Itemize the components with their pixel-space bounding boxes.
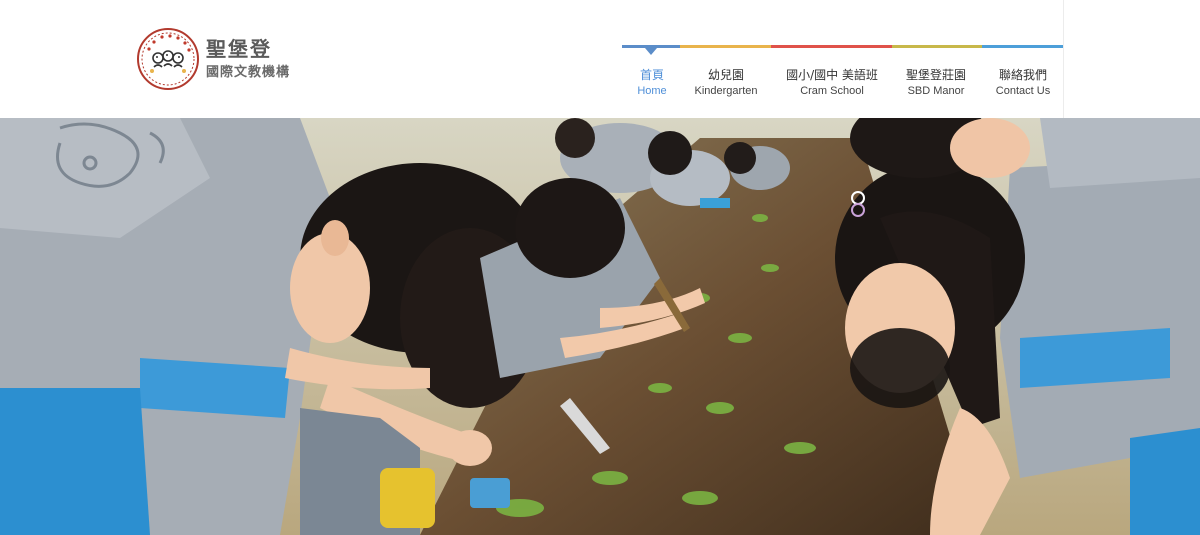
- hero-photo-children-planting: [0, 118, 1200, 535]
- nav-item-label-en: Home: [637, 85, 667, 97]
- active-nav-indicator: [645, 48, 657, 55]
- nav-color-bar: [622, 45, 1063, 48]
- nav-item-label-zh: 國小/國中 美語班: [786, 68, 878, 82]
- main-nav: 首頁 Home 幼兒園 Kindergarten 國小/國中 美語班 Cram …: [622, 45, 1063, 105]
- nav-item-label-en: Contact Us: [995, 85, 1051, 97]
- nav-item-label-en: SBD Manor: [907, 85, 965, 97]
- nav-item-label-en: Cram School: [800, 85, 864, 97]
- school-badge-icon: [137, 28, 199, 90]
- nav-color-segment: [982, 45, 1063, 48]
- nav-item-label-zh: 聖堡登莊園: [905, 68, 966, 82]
- nav-color-segment: [680, 45, 771, 48]
- nav-color-segment: [771, 45, 892, 48]
- nav-item-sbd-manor[interactable]: 聖堡登莊園 SBD Manor: [902, 67, 970, 99]
- site-logo[interactable]: 聖堡登 國際文教機構: [136, 26, 290, 92]
- logo-name-primary: 聖堡登: [206, 36, 272, 61]
- header-divider: [1063, 0, 1064, 118]
- nav-item-home[interactable]: 首頁 Home: [632, 67, 672, 99]
- nav-item-label-zh: 幼兒園: [707, 68, 744, 82]
- site-header: 聖堡登 國際文教機構 首頁 Home 幼兒園 Kindergarten 國小/國…: [0, 0, 1200, 118]
- nav-item-cram-school[interactable]: 國小/國中 美語班 Cram School: [782, 67, 882, 99]
- nav-item-contact-us[interactable]: 聯絡我們 Contact Us: [990, 67, 1056, 99]
- nav-item-kindergarten[interactable]: 幼兒園 Kindergarten: [690, 67, 762, 99]
- nav-color-segment: [892, 45, 982, 48]
- nav-item-label-en: Kindergarten: [694, 85, 758, 97]
- logo-name-secondary: 國際文教機構: [206, 64, 291, 80]
- nav-item-label-zh: 首頁: [639, 68, 664, 82]
- nav-item-label-zh: 聯絡我們: [998, 68, 1047, 82]
- hero-banner: [0, 118, 1200, 535]
